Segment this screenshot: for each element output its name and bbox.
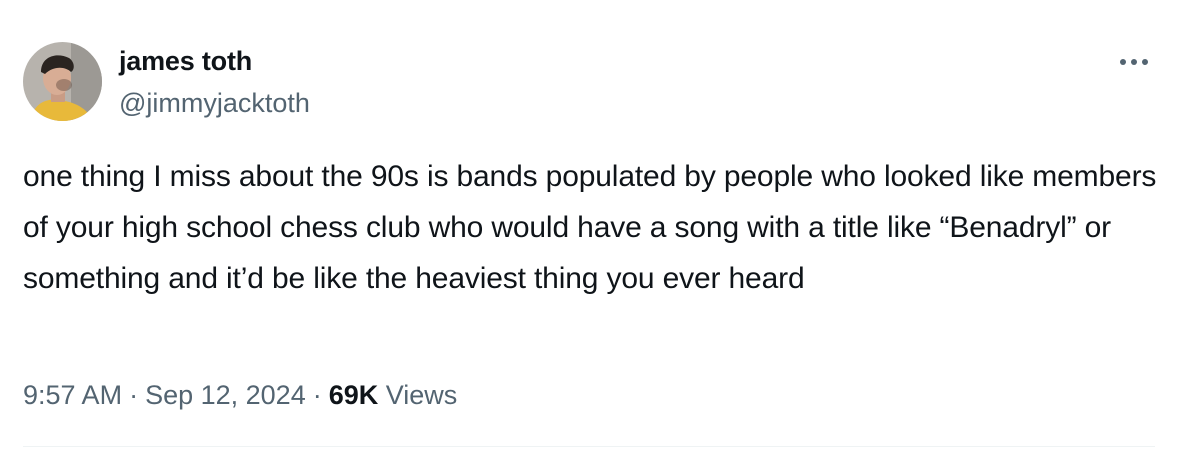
profile-photo-icon xyxy=(23,42,102,121)
more-options-button[interactable] xyxy=(1114,50,1154,74)
tweet-card: james toth @jimmyjacktoth one thing I mi… xyxy=(0,0,1184,452)
author-handle[interactable]: @jimmyjacktoth xyxy=(119,87,310,119)
views-count: 69K xyxy=(328,380,379,410)
divider xyxy=(23,446,1155,447)
meta-separator: · xyxy=(129,380,139,410)
views-label: Views xyxy=(385,380,458,410)
tweet-metadata: 9:57 AM · Sep 12, 2024 · 69K Views xyxy=(23,377,457,413)
avatar[interactable] xyxy=(23,42,102,121)
meta-separator: · xyxy=(312,380,322,410)
more-horizontal-icon xyxy=(1120,59,1148,65)
tweet-timestamp-time[interactable]: 9:57 AM xyxy=(23,380,122,410)
tweet-text: one thing I miss about the 90s is bands … xyxy=(23,160,1157,295)
author-display-name[interactable]: james toth xyxy=(119,45,252,77)
tweet-timestamp-date[interactable]: Sep 12, 2024 xyxy=(145,380,306,410)
